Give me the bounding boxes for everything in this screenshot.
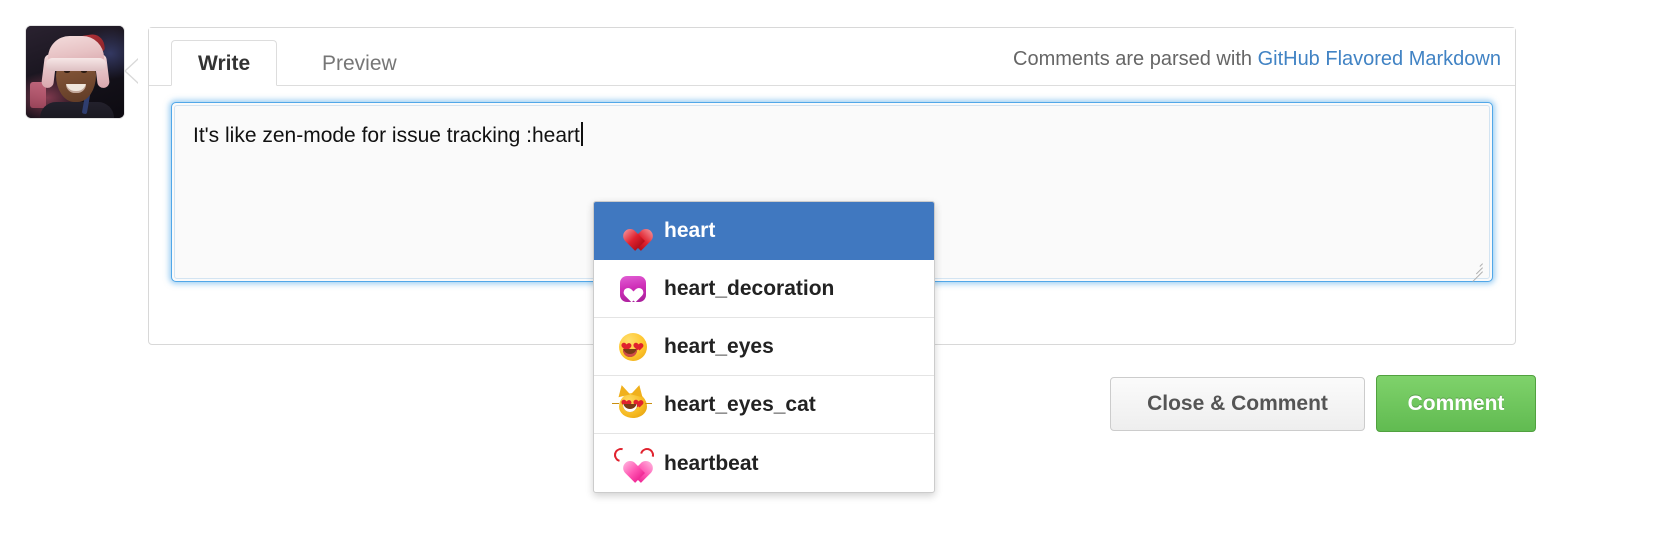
textarea-value: It's like zen-mode for issue tracking :h…: [193, 124, 580, 147]
avatar-hat-band: [46, 58, 106, 71]
textarea-value-display: It's like zen-mode for issue tracking :h…: [193, 122, 583, 150]
comment-button[interactable]: Comment: [1376, 375, 1536, 432]
autocomplete-item-label: heart_eyes: [664, 335, 774, 358]
tab-preview-label: Preview: [322, 52, 397, 75]
heart-emoji: [616, 216, 650, 246]
tab-write[interactable]: Write: [171, 40, 278, 86]
autocomplete-item-heart-eyes-cat[interactable]: heart_eyes_cat: [594, 376, 934, 434]
autocomplete-item-label: heartbeat: [664, 451, 759, 475]
autocomplete-item-heart-decoration[interactable]: heart_decoration: [594, 260, 934, 318]
close-and-comment-button[interactable]: Close & Comment: [1110, 377, 1365, 431]
autocomplete-item-heart-eyes[interactable]: heart_eyes: [594, 318, 934, 376]
comment-label: Comment: [1407, 391, 1505, 415]
tab-preview[interactable]: Preview: [295, 40, 424, 86]
autocomplete-item-heartbeat[interactable]: heartbeat: [594, 434, 934, 492]
heartbeat-emoji: [611, 445, 657, 478]
textarea-resize-handle[interactable]: [1469, 259, 1483, 282]
heart-eyes-cat-emoji: [612, 383, 652, 420]
autocomplete-item-label: heart: [664, 219, 716, 242]
heart-decoration-emoji: [616, 274, 650, 304]
text-caret: [580, 122, 583, 146]
avatar[interactable]: [26, 26, 124, 118]
speech-bubble-arrow: [126, 58, 140, 84]
emoji-autocomplete-menu[interactable]: heart heart_decoration heart_eyes heart_…: [593, 201, 935, 493]
comment-composer-screen: Write Preview Comments are parsed with G…: [0, 0, 1662, 548]
avatar-torso: [40, 102, 114, 118]
heart-eyes-emoji: [616, 332, 650, 362]
tab-write-label: Write: [198, 52, 251, 75]
autocomplete-item-heart[interactable]: heart: [594, 202, 934, 260]
resize-line-3: [1479, 263, 1483, 267]
autocomplete-item-label: heart_decoration: [664, 277, 835, 300]
avatar-image: [26, 26, 124, 118]
composer-tabs: Write Preview Comments are parsed with G…: [149, 28, 1515, 86]
gfm-link[interactable]: GitHub Flavored Markdown: [1258, 48, 1501, 70]
parse-note-prefix: Comments are parsed with: [1013, 48, 1258, 70]
close-and-comment-label: Close & Comment: [1147, 392, 1328, 415]
markdown-parse-note: Comments are parsed with GitHub Flavored…: [1013, 28, 1501, 86]
autocomplete-item-label: heart_eyes_cat: [664, 393, 816, 416]
